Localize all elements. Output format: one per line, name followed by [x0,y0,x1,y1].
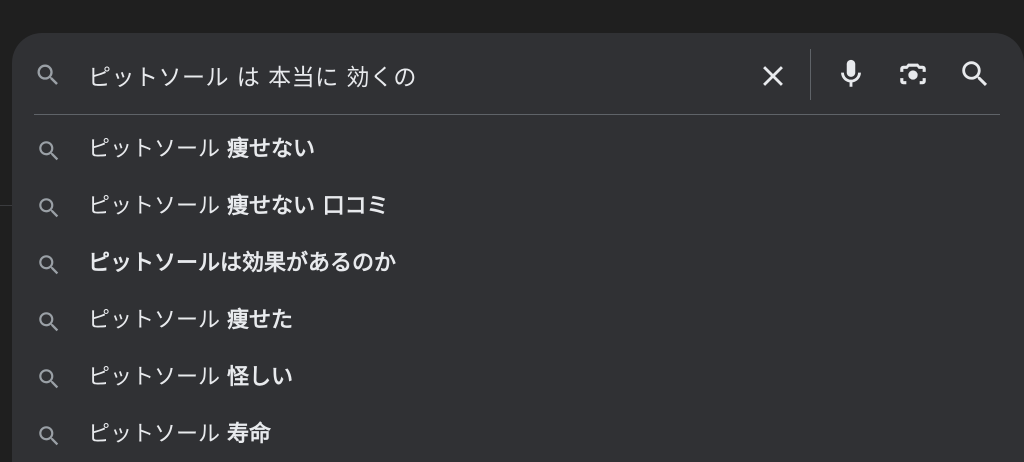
suggestion-item[interactable]: ピットソール 怪しい [12,351,1022,408]
suggestion-query-part: ピットソール [88,365,227,390]
search-icon [36,423,62,449]
suggestion-query-part: ピットソール [88,137,227,162]
search-icon [34,61,62,89]
close-icon [763,66,783,86]
search-input[interactable] [88,53,728,97]
microphone-icon [841,59,861,87]
google-search-button[interactable] [958,57,992,91]
suggestion-text: ピットソールは効果があるのか [88,249,396,279]
search-icon [962,61,988,87]
search-icon [36,309,62,335]
lens-camera-icon [900,63,926,85]
search-icon [36,252,62,278]
suggestion-item[interactable]: ピットソールは効果があるのか [12,237,1022,294]
suggestion-query-part: ピットソール [88,308,227,333]
suggestion-item[interactable]: ピットソール 痩せない [12,123,1022,180]
suggestion-text: ピットソール 寿命 [88,420,271,450]
suggestion-text: ピットソール 痩せた [88,306,293,336]
suggestion-text: ピットソール 痩せない [88,135,315,165]
suggestion-query-part: ピットソール [88,422,227,447]
search-icon [36,138,62,164]
suggestion-text: ピットソール 怪しい [88,363,293,393]
clear-search-button[interactable] [756,59,790,93]
voice-search-button[interactable] [834,56,868,92]
suggestion-item[interactable]: ピットソール 痩せた [12,294,1022,351]
search-icon [36,195,62,221]
search-autocomplete-panel: ピットソール 痩せない ピットソール 痩せない 口コミ ピットソールは効果がある… [12,33,1024,462]
suggestion-completion: 痩せた [227,308,294,333]
page: ピットソール 痩せない ピットソール 痩せない 口コミ ピットソールは効果がある… [0,0,1024,462]
suggestion-completion: 怪しい [227,365,294,390]
suggestion-query-part: ピットソール [88,194,227,219]
suggestion-text: ピットソール 痩せない 口コミ [88,192,389,222]
suggestion-list: ピットソール 痩せない ピットソール 痩せない 口コミ ピットソールは効果がある… [12,123,1022,462]
suggestion-item[interactable]: ピットソール 寿命 [12,408,1022,462]
search-icon [36,366,62,392]
suggestion-completion: 痩せない [227,137,316,162]
search-bar [12,33,1022,115]
suggestion-item[interactable]: ピットソール 痩せない 口コミ [12,180,1022,237]
suggestion-completion: ピットソールは効果があるのか [88,251,397,276]
image-search-button[interactable] [896,58,930,92]
suggestion-completion: 寿命 [227,422,272,447]
search-bar-divider [810,49,811,100]
suggestion-completion: 痩せない 口コミ [227,194,389,219]
suggestions-separator [34,114,1000,115]
